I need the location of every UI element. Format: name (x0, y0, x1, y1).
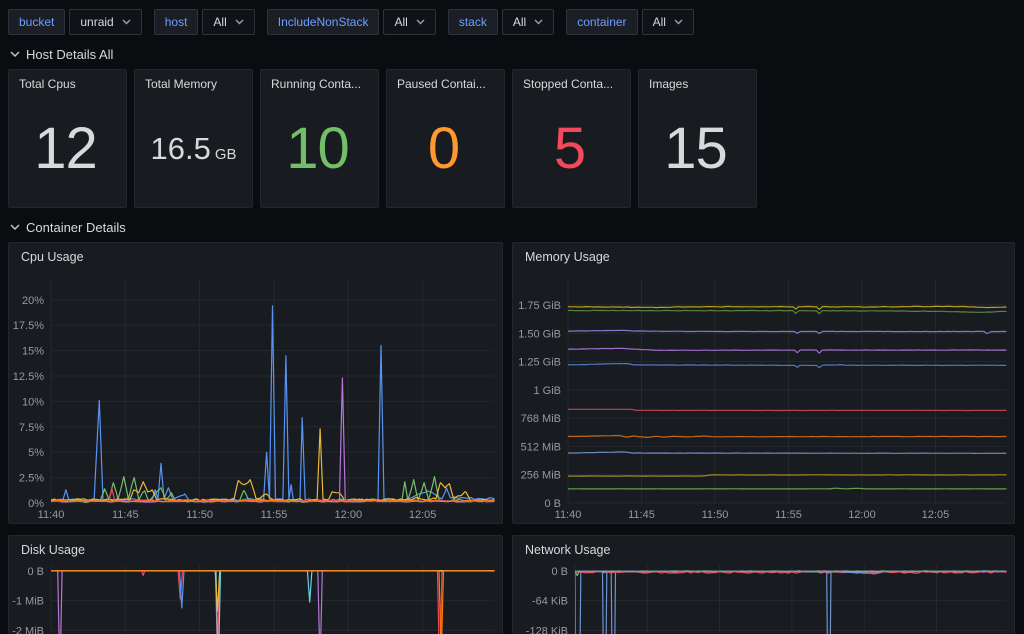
memory-usage-panel[interactable]: Memory Usage 0 B256 MiB512 MiB768 MiB1 G… (512, 242, 1015, 524)
filter-container-value: All (653, 15, 666, 29)
row-title: Container Details (26, 220, 126, 235)
stat-value: 0 (387, 94, 504, 203)
panel-title: Cpu Usage (9, 243, 502, 271)
stat-value: 10 (261, 94, 378, 203)
svg-text:12.5%: 12.5% (13, 371, 44, 383)
charts-row-2: Disk Usage 0 B-1 MiB-2 MiB11:4011:4511:5… (8, 535, 1016, 634)
stat-value: 5 (513, 94, 630, 203)
svg-text:5%: 5% (28, 447, 44, 459)
stat-panel-total-memory[interactable]: Total Memory 16.5GB (134, 69, 253, 208)
stat-panel-running-containers[interactable]: Running Conta... 10 (260, 69, 379, 208)
stat-title: Total Cpus (9, 70, 126, 91)
filter-container-label[interactable]: container (566, 9, 637, 35)
panel-title: Disk Usage (9, 536, 502, 564)
svg-text:0 B: 0 B (551, 566, 568, 578)
svg-text:0 B: 0 B (27, 566, 44, 578)
svg-text:11:40: 11:40 (38, 509, 65, 521)
svg-text:10%: 10% (22, 396, 44, 408)
filter-include-non-stack-value: All (394, 15, 407, 29)
svg-text:11:50: 11:50 (702, 509, 729, 521)
chevron-down-icon (416, 19, 425, 25)
svg-text:-128 KiB: -128 KiB (526, 625, 568, 634)
network-usage-panel[interactable]: Network Usage 0 B-64 KiB-128 KiB11:4011:… (512, 535, 1015, 634)
svg-text:15%: 15% (22, 346, 44, 358)
stat-title: Total Memory (135, 70, 252, 91)
charts-row-1: Cpu Usage 0%2.5%5%7.5%10%12.5%15%17.5%20… (8, 242, 1016, 524)
chevron-down-icon (10, 51, 20, 57)
svg-text:7.5%: 7.5% (19, 422, 44, 434)
row-header-host-details[interactable]: Host Details All (10, 45, 1024, 63)
svg-text:11:45: 11:45 (628, 509, 655, 521)
filter-bucket-value: unraid (80, 15, 113, 29)
svg-text:768 MiB: 768 MiB (521, 413, 561, 425)
panel-title: Network Usage (513, 536, 1014, 564)
svg-text:12:00: 12:00 (848, 509, 876, 521)
stat-panel-total-cpus[interactable]: Total Cpus 12 (8, 69, 127, 208)
svg-text:17.5%: 17.5% (13, 320, 44, 332)
chevron-down-icon (534, 19, 543, 25)
chevron-down-icon (10, 224, 20, 230)
stat-title: Stopped Conta... (513, 70, 630, 91)
svg-text:11:40: 11:40 (555, 509, 582, 521)
svg-text:-64 KiB: -64 KiB (532, 596, 568, 608)
filter-include-non-stack: IncludeNonStack All (267, 9, 436, 35)
stat-value: 12 (9, 94, 126, 203)
svg-text:11:55: 11:55 (261, 509, 288, 521)
filter-bucket-dropdown[interactable]: unraid (69, 9, 141, 35)
filter-host-dropdown[interactable]: All (202, 9, 254, 35)
filter-container-dropdown[interactable]: All (642, 9, 694, 35)
stat-panel-images[interactable]: Images 15 (638, 69, 757, 208)
filter-host: host All (154, 9, 255, 35)
stat-title: Paused Contai... (387, 70, 504, 91)
filter-include-non-stack-label[interactable]: IncludeNonStack (267, 9, 380, 35)
stat-panel-paused-containers[interactable]: Paused Contai... 0 (386, 69, 505, 208)
disk-usage-panel[interactable]: Disk Usage 0 B-1 MiB-2 MiB11:4011:4511:5… (8, 535, 503, 634)
chevron-down-icon (674, 19, 683, 25)
filter-stack-dropdown[interactable]: All (502, 9, 554, 35)
filter-stack-label[interactable]: stack (448, 9, 498, 35)
filter-container: container All (566, 9, 694, 35)
panel-title: Memory Usage (513, 243, 1014, 271)
filter-bar: bucket unraid host All IncludeNonStack A… (0, 0, 1024, 35)
row-title: Host Details All (26, 47, 113, 62)
svg-text:512 MiB: 512 MiB (521, 441, 561, 453)
cpu-usage-chart: 0%2.5%5%7.5%10%12.5%15%17.5%20%11:4011:4… (9, 243, 502, 523)
svg-text:1.50 GiB: 1.50 GiB (518, 328, 561, 340)
svg-text:20%: 20% (22, 295, 44, 307)
filter-stack-value: All (513, 15, 526, 29)
svg-text:12:05: 12:05 (409, 509, 437, 521)
stats-row: Total Cpus 12 Total Memory 16.5GB Runnin… (8, 69, 1016, 208)
svg-text:12:05: 12:05 (922, 509, 950, 521)
filter-host-value: All (213, 15, 226, 29)
svg-text:-2 MiB: -2 MiB (12, 625, 44, 634)
filter-bucket-label[interactable]: bucket (8, 9, 65, 35)
svg-text:11:50: 11:50 (186, 509, 213, 521)
memory-usage-chart: 0 B256 MiB512 MiB768 MiB1 GiB1.25 GiB1.5… (513, 243, 1014, 523)
svg-text:11:55: 11:55 (775, 509, 802, 521)
svg-text:11:45: 11:45 (112, 509, 139, 521)
stat-title: Images (639, 70, 756, 91)
svg-text:2.5%: 2.5% (19, 473, 44, 485)
filter-include-non-stack-dropdown[interactable]: All (383, 9, 435, 35)
svg-text:256 MiB: 256 MiB (521, 470, 561, 482)
filter-host-label[interactable]: host (154, 9, 199, 35)
stat-unit: GB (215, 146, 237, 163)
chevron-down-icon (122, 19, 131, 25)
svg-text:1.25 GiB: 1.25 GiB (518, 357, 561, 369)
chevron-down-icon (235, 19, 244, 25)
svg-text:-1 MiB: -1 MiB (12, 596, 44, 608)
stat-value: 16.5GB (135, 94, 252, 203)
cpu-usage-panel[interactable]: Cpu Usage 0%2.5%5%7.5%10%12.5%15%17.5%20… (8, 242, 503, 524)
stat-title: Running Conta... (261, 70, 378, 91)
row-header-container-details[interactable]: Container Details (10, 218, 1024, 236)
stat-value: 15 (639, 94, 756, 203)
stat-panel-stopped-containers[interactable]: Stopped Conta... 5 (512, 69, 631, 208)
svg-text:12:00: 12:00 (335, 509, 363, 521)
svg-text:1 GiB: 1 GiB (533, 385, 561, 397)
filter-bucket: bucket unraid (8, 9, 142, 35)
filter-stack: stack All (448, 9, 554, 35)
svg-text:1.75 GiB: 1.75 GiB (518, 300, 561, 312)
